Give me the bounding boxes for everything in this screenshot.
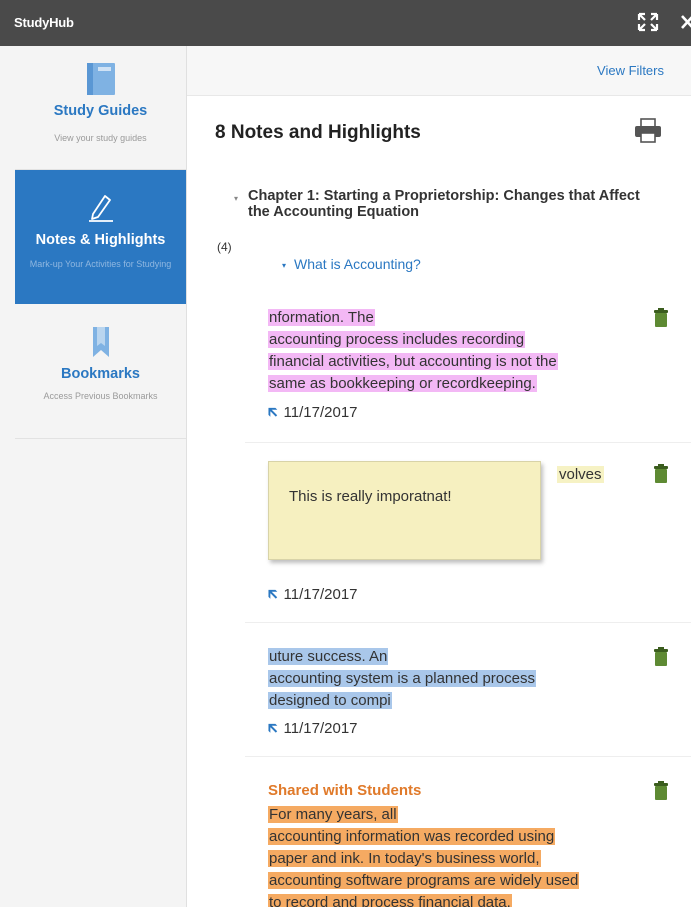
highlight-line: to record and process financial data. — [268, 894, 512, 907]
sidebar-item-label: Bookmarks — [61, 366, 140, 382]
highlight-line: accounting process includes recording — [268, 331, 526, 348]
divider — [245, 756, 691, 757]
note-date: 🡬 11/17/2017 — [268, 718, 358, 743]
sidebar-item-notes-highlights[interactable]: Notes & Highlights Mark-up Your Activiti… — [15, 170, 186, 304]
shared-with-students-label: Shared with Students — [268, 782, 422, 799]
sidebar: Study Guides View your study guides Note… — [0, 46, 187, 907]
print-icon[interactable] — [633, 118, 663, 144]
sidebar-item-label: Notes & Highlights — [35, 232, 166, 248]
note-date: 🡬 11/17/2017 — [268, 584, 358, 609]
sidebar-item-study-guides[interactable]: Study Guides View your study guides — [15, 46, 186, 170]
highlight-line: uture success. An — [268, 648, 389, 665]
chevron-down-icon[interactable]: ▾ — [282, 261, 286, 270]
highlight-line: For many years, all — [268, 806, 398, 823]
go-to-location-icon[interactable]: 🡬 — [268, 402, 278, 427]
view-filters-link[interactable]: View Filters — [597, 63, 664, 78]
highlight-line: same as bookkeeping or recordkeeping. — [268, 375, 537, 392]
trash-icon[interactable] — [653, 647, 669, 667]
bookmark-icon — [93, 327, 109, 357]
trash-icon[interactable] — [653, 308, 669, 328]
sticky-note[interactable]: This is really imporatnat! — [268, 461, 541, 560]
trash-icon[interactable] — [653, 781, 669, 801]
highlight-line: nformation. The — [268, 309, 375, 326]
app-title: StudyHub — [14, 15, 74, 30]
sidebar-item-label: Study Guides — [53, 103, 148, 119]
main-panel: View Filters 8 Notes and Highlights ▾ Ch… — [187, 46, 691, 907]
note-highlight[interactable]: nformation. The accounting process inclu… — [268, 307, 668, 395]
sticky-note-text: This is really imporatnat! — [289, 488, 452, 505]
highlight-line: financial activities, but accounting is … — [268, 353, 558, 370]
sidebar-item-subtitle: View your study guides — [54, 133, 147, 143]
note-highlight[interactable]: uture success. An accounting system is a… — [268, 646, 668, 712]
trash-icon[interactable] — [653, 464, 669, 484]
note-date: 🡬 11/17/2017 — [268, 402, 358, 427]
notes-count: (4) — [217, 240, 232, 254]
highlight-snippet: volves — [557, 466, 604, 483]
highlight-line: accounting system is a planned process — [268, 670, 536, 687]
note-highlight[interactable]: For many years, all accounting informati… — [268, 804, 668, 907]
sidebar-item-subtitle: Access Previous Bookmarks — [43, 391, 158, 401]
page-title: 8 Notes and Highlights — [215, 122, 421, 143]
close-icon[interactable] — [681, 12, 691, 32]
sidebar-item-bookmarks[interactable]: Bookmarks Access Previous Bookmarks — [15, 304, 186, 439]
highlight-line: accounting information was recorded usin… — [268, 828, 556, 845]
section-title[interactable]: What is Accounting? — [294, 256, 421, 272]
divider — [245, 442, 691, 443]
title-bar: StudyHub — [0, 0, 691, 46]
study-guide-icon — [87, 63, 115, 95]
sidebar-item-subtitle: Mark-up Your Activities for Studying — [29, 259, 172, 269]
divider — [245, 622, 691, 623]
chevron-down-icon[interactable]: ▾ — [234, 194, 238, 203]
pencil-icon — [89, 195, 113, 222]
highlight-line: accounting software programs are widely … — [268, 872, 580, 889]
main-toolbar: View Filters — [187, 46, 691, 96]
highlight-line: paper and ink. In today's business world… — [268, 850, 541, 867]
go-to-location-icon[interactable]: 🡬 — [268, 718, 278, 743]
chapter-title[interactable]: Chapter 1: Starting a Proprietorship: Ch… — [248, 188, 648, 220]
expand-icon[interactable] — [637, 12, 659, 32]
go-to-location-icon[interactable]: 🡬 — [268, 584, 278, 609]
highlight-line: designed to compi — [268, 692, 392, 709]
